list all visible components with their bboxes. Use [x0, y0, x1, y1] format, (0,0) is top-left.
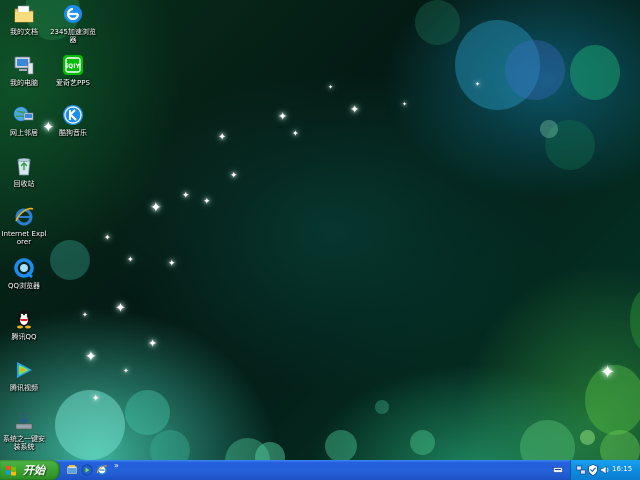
icon-label: 酷狗音乐 [59, 129, 87, 137]
show-desktop-icon[interactable] [66, 464, 78, 476]
desktop-icon-system-installer[interactable]: 系统之一键安装系统 [0, 410, 48, 451]
system-tray: 16:15 [570, 460, 640, 480]
my-computer-icon [13, 54, 35, 76]
input-language-icon[interactable] [553, 467, 563, 473]
desktop-icon-my-computer[interactable]: 我的电脑 [0, 54, 48, 87]
icon-label: 腾讯QQ [11, 333, 37, 341]
svg-text:iQIY: iQIY [66, 63, 80, 70]
volume-icon[interactable] [600, 465, 610, 475]
desktop-icon-tencent-video[interactable]: 腾讯视频 [0, 359, 48, 392]
security-shield-icon[interactable] [588, 464, 598, 476]
recycle-bin-icon [13, 155, 35, 177]
icon-label: 腾讯视频 [10, 384, 38, 392]
desktop-icon-kugou-music[interactable]: 酷狗音乐 [49, 104, 97, 137]
2345-browser-icon [62, 3, 84, 25]
desktop-icon-2345-browser[interactable]: 2345加速浏览器 [49, 3, 97, 44]
qq-browser-icon [13, 257, 35, 279]
desktop-icon-my-documents[interactable]: 我的文档 [0, 3, 48, 36]
windows-flag-icon [6, 465, 16, 476]
desktop-icon-iqiyi-pps[interactable]: iQIY 爱奇艺PPS [49, 54, 97, 87]
iqiyi-pps-icon: iQIY [62, 54, 84, 76]
kugou-music-icon [62, 104, 84, 126]
internet-explorer-icon [13, 205, 35, 227]
system-installer-icon [13, 410, 35, 432]
network-icon[interactable] [576, 465, 586, 475]
taskbar: 开始 » 16:15 [0, 460, 640, 480]
network-places-icon [13, 104, 35, 126]
icon-label: 回收站 [13, 180, 35, 188]
tencent-qq-icon [13, 308, 35, 330]
icon-label: 系统之一键安装系统 [3, 435, 45, 451]
icon-label: 爱奇艺PPS [56, 79, 90, 87]
my-documents-icon [13, 3, 35, 25]
desktop-icon-internet-explorer[interactable]: Internet Explorer [0, 205, 48, 246]
desktop-icon-tencent-qq[interactable]: 腾讯QQ [0, 308, 48, 341]
desktop-icon-network-places[interactable]: 网上邻居 [0, 104, 48, 137]
desktop-icon-qq-browser[interactable]: QQ浏览器 [0, 257, 48, 290]
icon-label: QQ浏览器 [7, 282, 41, 290]
start-button[interactable]: 开始 [0, 460, 60, 480]
quick-launch-expand[interactable]: » [114, 461, 119, 470]
start-label: 开始 [23, 464, 45, 477]
icon-label: 2345加速浏览器 [50, 28, 96, 44]
tencent-video-icon [13, 359, 35, 381]
icon-label: 我的电脑 [10, 79, 38, 87]
icon-label: 网上邻居 [10, 129, 38, 137]
desktop[interactable]: ✦ ✦ ✦ ✦ ✦ ✦ ✦ ✦ ✦ ✦ ✦ ✦ ✦ ✦ ✦ ✦ ✦ ✦ ✦ ✦ … [0, 0, 640, 460]
ie-quicklaunch-icon[interactable] [96, 464, 108, 476]
icon-label: 我的文档 [10, 28, 38, 36]
clock[interactable]: 16:15 [612, 465, 632, 473]
desktop-icon-recycle-bin[interactable]: 回收站 [0, 155, 48, 188]
media-player-icon[interactable] [81, 464, 93, 476]
icon-label: Internet Explorer [1, 230, 47, 246]
